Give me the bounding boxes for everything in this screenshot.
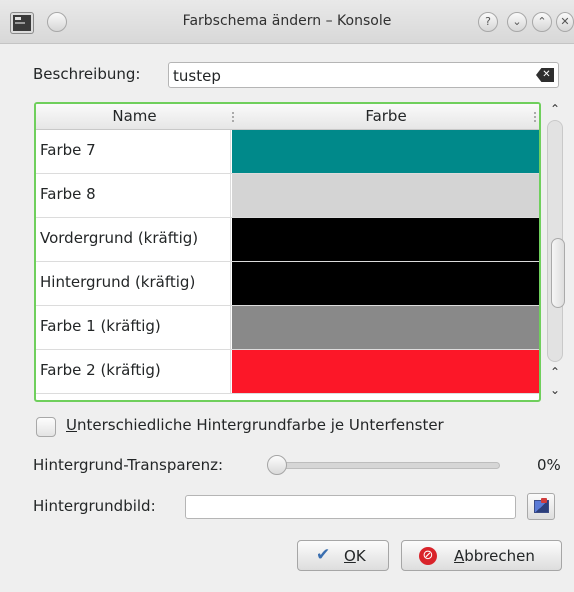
table-row[interactable]: Farbe 7 (36, 130, 539, 174)
color-swatch[interactable] (232, 262, 539, 305)
color-table: Name Farbe Farbe 7 Farbe 8 Vordergrund (… (34, 102, 541, 402)
color-name-cell: Farbe 1 (kräftig) (36, 306, 231, 349)
minimize-button[interactable]: ⌄ (507, 12, 527, 32)
color-name-cell: Farbe 7 (36, 130, 231, 173)
transparency-slider-handle[interactable] (267, 455, 287, 475)
description-input[interactable] (168, 62, 559, 88)
table-header: Name Farbe (36, 104, 539, 130)
transparency-value: 0% (537, 456, 561, 474)
table-scrollbar[interactable]: ⌃ ⌃ ⌄ (545, 102, 565, 402)
color-swatch[interactable] (232, 306, 539, 349)
color-swatch[interactable] (232, 174, 539, 217)
transparency-label: Hintergrund-Transparenz: (33, 456, 224, 474)
close-icon: ✕ (560, 15, 570, 28)
maximize-button[interactable]: ⌃ (532, 12, 552, 32)
color-swatch[interactable] (232, 218, 539, 261)
chevron-up-icon: ⌃ (537, 15, 547, 28)
column-header-name[interactable]: Name (36, 107, 233, 125)
description-label: Beschreibung: (33, 65, 141, 83)
background-image-input[interactable] (185, 495, 516, 519)
help-icon: ? (485, 15, 491, 28)
column-header-color[interactable]: Farbe (233, 107, 539, 125)
scroll-up-icon[interactable]: ⌃ (545, 365, 565, 379)
table-row[interactable]: Hintergrund (kräftig) (36, 262, 539, 306)
title-bar: Farbschema ändern – Konsole ? ⌄ ⌃ ✕ (0, 0, 574, 44)
cancel-icon: ⊘ (419, 547, 437, 565)
table-body: Farbe 7 Farbe 8 Vordergrund (kräftig) Hi… (36, 130, 539, 394)
color-swatch[interactable] (232, 350, 539, 393)
scroll-up-icon[interactable]: ⌃ (545, 102, 565, 116)
scrollbar-track[interactable] (547, 120, 565, 362)
column-resize-handle[interactable] (534, 112, 536, 124)
scrollbar-thumb[interactable] (551, 238, 565, 308)
background-image-label: Hintergrundbild: (33, 497, 156, 515)
color-swatch[interactable] (232, 130, 539, 173)
color-name-cell: Hintergrund (kräftig) (36, 262, 231, 305)
browse-image-button[interactable] (527, 493, 555, 520)
color-name-cell: Vordergrund (kräftig) (36, 218, 231, 261)
different-background-label[interactable]: Unterschiedliche Hintergrundfarbe je Unt… (66, 416, 444, 434)
different-background-checkbox[interactable] (36, 417, 56, 437)
table-row[interactable]: Farbe 8 (36, 174, 539, 218)
close-button[interactable]: ✕ (556, 12, 574, 32)
table-row[interactable]: Farbe 2 (kräftig) (36, 350, 539, 394)
color-name-cell: Farbe 8 (36, 174, 231, 217)
image-icon (534, 498, 549, 513)
table-row[interactable]: Vordergrund (kräftig) (36, 218, 539, 262)
color-name-cell: Farbe 2 (kräftig) (36, 350, 231, 393)
table-row[interactable]: Farbe 1 (kräftig) (36, 306, 539, 350)
scroll-down-icon[interactable]: ⌄ (545, 383, 565, 397)
checkmark-icon: ✔ (316, 545, 331, 565)
transparency-slider[interactable] (272, 462, 500, 469)
help-button[interactable]: ? (478, 12, 498, 32)
cancel-label: Abbrechen (454, 547, 535, 565)
ok-button[interactable]: ✔ OK (297, 540, 389, 571)
chevron-down-icon: ⌄ (512, 15, 522, 28)
ok-label: OK (344, 547, 366, 565)
cancel-button[interactable]: ⊘ Abbrechen (401, 540, 562, 571)
